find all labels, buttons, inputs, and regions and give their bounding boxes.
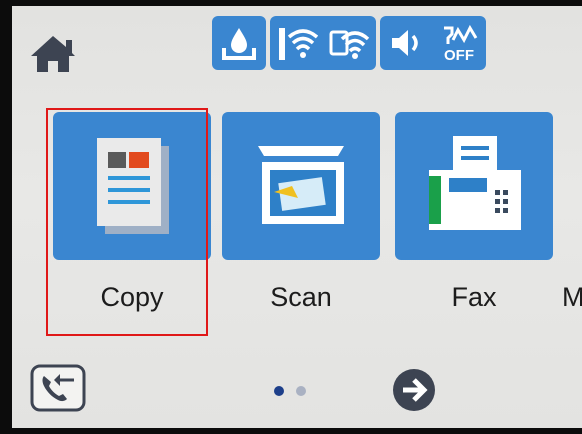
arrow-right-icon bbox=[393, 369, 435, 411]
page-indicator bbox=[274, 386, 306, 396]
fax-icon bbox=[429, 136, 521, 230]
scan-tile[interactable] bbox=[222, 112, 380, 260]
wifi-direct-icon bbox=[329, 30, 370, 59]
home-icon bbox=[31, 36, 75, 72]
phone-transfer-icon bbox=[30, 364, 86, 412]
more-app-label-partial[interactable]: M bbox=[562, 282, 582, 313]
next-page-button[interactable] bbox=[392, 368, 436, 412]
printer-screen: OFF Copy Scan Fax M bbox=[12, 6, 582, 428]
scan-icon bbox=[258, 146, 344, 224]
wifi-icon bbox=[279, 28, 318, 60]
fax-log-button[interactable] bbox=[30, 364, 86, 412]
fax-mode-badge: OFF bbox=[444, 47, 474, 64]
scan-label[interactable]: Scan bbox=[222, 282, 380, 313]
status-bar: OFF bbox=[212, 16, 486, 74]
copy-selection-highlight bbox=[46, 108, 208, 336]
ink-level-icon bbox=[222, 28, 256, 60]
ink-status-group[interactable] bbox=[212, 16, 266, 70]
home-button[interactable] bbox=[28, 32, 78, 74]
volume-icon bbox=[392, 30, 418, 56]
network-status-group[interactable] bbox=[270, 16, 376, 70]
sound-fax-status-group[interactable]: OFF bbox=[380, 16, 486, 70]
fax-tile[interactable] bbox=[395, 112, 553, 260]
fax-label[interactable]: Fax bbox=[395, 282, 553, 313]
page-dot-inactive bbox=[296, 386, 306, 396]
fax-quiet-mode-off-icon: OFF bbox=[444, 24, 478, 64]
page-dot-active bbox=[274, 386, 284, 396]
